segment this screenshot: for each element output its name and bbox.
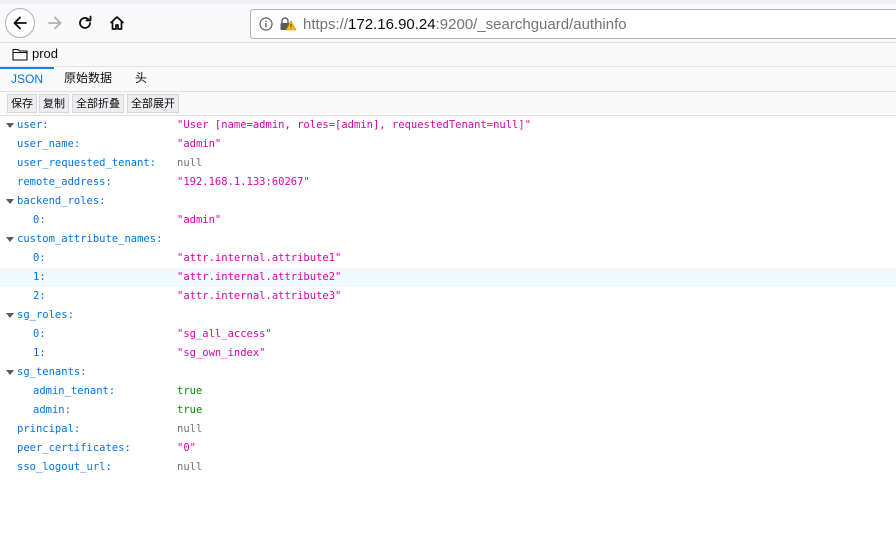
json-row[interactable]: backend_roles: [0, 192, 896, 211]
json-value: "sg_all_access" [177, 328, 272, 340]
json-key: 0: [33, 252, 46, 264]
json-row[interactable]: sso_logout_url: null [0, 458, 896, 477]
expand-toggle-icon[interactable] [6, 123, 14, 128]
json-row[interactable]: principal: null [0, 420, 896, 439]
json-key: 1: [33, 271, 46, 283]
json-key: remote_address: [17, 176, 112, 188]
insecure-lock-icon[interactable] [279, 16, 297, 37]
json-key: sg_roles: [17, 309, 74, 321]
json-row[interactable]: 0: "sg_all_access" [0, 325, 896, 344]
json-key: 2: [33, 290, 46, 302]
json-value: "attr.internal.attribute1" [177, 252, 342, 264]
json-key: sso_logout_url: [17, 461, 112, 473]
viewer-toolbar: 保存 复制 全部折叠 全部展开 [0, 92, 896, 116]
url-scheme: https:// [303, 16, 349, 33]
json-row[interactable]: sg_roles: [0, 306, 896, 325]
json-row[interactable]: 0: "admin" [0, 211, 896, 230]
json-key: admin_tenant: [33, 385, 116, 397]
expand-toggle-icon[interactable] [6, 237, 14, 242]
json-key: backend_roles: [17, 195, 106, 207]
json-row[interactable]: 1: "sg_own_index" [0, 344, 896, 363]
json-value: "attr.internal.attribute2" [177, 271, 342, 283]
expand-all-button[interactable]: 全部展开 [127, 94, 179, 113]
json-row[interactable]: 0: "attr.internal.attribute1" [0, 249, 896, 268]
expand-toggle-icon[interactable] [6, 199, 14, 204]
json-row[interactable]: sg_tenants: [0, 363, 896, 382]
save-button[interactable]: 保存 [7, 94, 37, 113]
json-value: "sg_own_index" [177, 347, 266, 359]
json-value: "attr.internal.attribute3" [177, 290, 342, 302]
bookmark-folder-prod[interactable]: prod [12, 46, 58, 61]
reload-icon [79, 15, 92, 29]
json-value: "admin" [177, 214, 222, 226]
json-value: null [177, 423, 203, 435]
folder-icon [12, 48, 28, 61]
json-value: true [177, 385, 203, 397]
json-key: 0: [33, 214, 46, 226]
arrow-left-icon [13, 16, 27, 30]
expand-toggle-icon[interactable] [6, 313, 14, 318]
home-icon [109, 16, 125, 30]
tab-raw-data[interactable]: 原始数据 [56, 67, 120, 91]
json-value: "User [name=admin, roles=[admin], reques… [177, 119, 532, 131]
bookmark-folder-label: prod [32, 46, 59, 61]
json-key: user_name: [17, 138, 81, 150]
json-tree: user: "User [name=admin, roles=[admin], r… [0, 116, 896, 477]
json-key: 1: [33, 347, 46, 359]
bookmarks-toolbar: prod [0, 43, 896, 67]
info-icon[interactable] [259, 17, 273, 36]
json-key: admin: [33, 404, 71, 416]
collapse-all-button[interactable]: 全部折叠 [72, 94, 124, 113]
json-row[interactable]: admin: true [0, 401, 896, 420]
copy-button[interactable]: 复制 [39, 94, 69, 113]
tab-headers[interactable]: 头 [124, 67, 158, 91]
json-row[interactable]: custom_attribute_names: [0, 230, 896, 249]
json-key: user: [17, 119, 49, 131]
json-value: "192.168.1.133:60267" [177, 176, 310, 188]
json-row[interactable]: user: "User [name=admin, roles=[admin], r… [0, 116, 896, 135]
json-row[interactable]: 1: "attr.internal.attribute2" [0, 268, 896, 287]
reload-button[interactable] [70, 8, 100, 38]
navigation-bar: https://172.16.90.24:9200/_searchguard/a… [0, 4, 896, 43]
json-key: custom_attribute_names: [17, 233, 163, 245]
expand-toggle-icon[interactable] [6, 370, 14, 375]
url-path: :9200/_searchguard/authinfo [435, 16, 627, 33]
json-value: null [177, 461, 203, 473]
json-row[interactable]: 2: "attr.internal.attribute3" [0, 287, 896, 306]
json-row[interactable]: admin_tenant: true [0, 382, 896, 401]
json-value: "admin" [177, 138, 222, 150]
json-key: user_requested_tenant: [17, 157, 157, 169]
arrow-right-icon [48, 16, 62, 30]
json-key: principal: [17, 423, 81, 435]
json-key: peer_certificates: [17, 442, 131, 454]
json-key: sg_tenants: [17, 366, 87, 378]
json-row[interactable]: peer_certificates: "0" [0, 439, 896, 458]
home-button[interactable] [102, 8, 132, 38]
back-button[interactable] [5, 8, 35, 38]
url-text: https://172.16.90.24:9200/_searchguard/a… [303, 16, 627, 33]
json-row[interactable]: user_requested_tenant: null [0, 154, 896, 173]
url-host: 172.16.90.24 [348, 16, 436, 33]
tab-json[interactable]: JSON [0, 67, 54, 91]
json-row[interactable]: user_name: "admin" [0, 135, 896, 154]
url-bar[interactable]: https://172.16.90.24:9200/_searchguard/a… [250, 9, 896, 39]
viewer-tabs: JSON 原始数据 头 [0, 67, 896, 92]
json-value: null [177, 157, 203, 169]
forward-button[interactable] [40, 8, 70, 38]
json-row[interactable]: remote_address: "192.168.1.133:60267" [0, 173, 896, 192]
json-key: 0: [33, 328, 46, 340]
json-value: "0" [177, 442, 196, 454]
json-value: true [177, 404, 203, 416]
